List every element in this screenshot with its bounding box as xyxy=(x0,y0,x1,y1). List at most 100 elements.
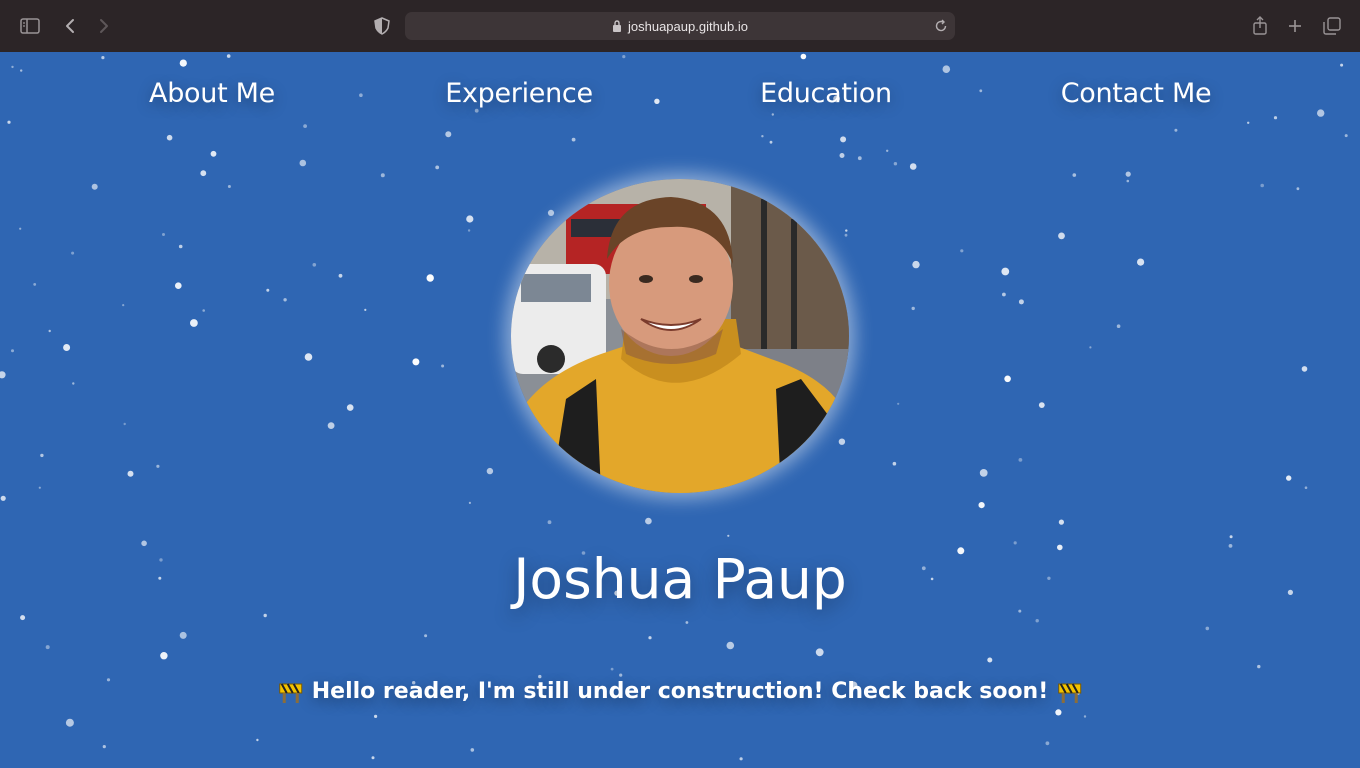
forward-icon[interactable] xyxy=(92,14,116,38)
snowflake xyxy=(727,534,730,537)
snowflake xyxy=(1018,609,1022,613)
snowflake xyxy=(467,229,471,232)
snowflake xyxy=(159,558,163,562)
snowflake xyxy=(466,215,474,223)
construction-notice-text: Hello reader, I'm still under constructi… xyxy=(311,679,1049,704)
snowflake xyxy=(815,648,824,657)
snowflake xyxy=(771,113,774,116)
snowflake xyxy=(893,162,898,166)
snowflake xyxy=(1340,63,1344,67)
snowflake xyxy=(1174,128,1178,132)
nav-education[interactable]: Education xyxy=(760,78,892,109)
snowflake xyxy=(547,520,552,525)
new-tab-icon[interactable] xyxy=(1283,14,1307,38)
snowflake xyxy=(840,136,847,143)
snowflake xyxy=(857,156,862,161)
snowflake xyxy=(839,153,845,158)
hero-name: Joshua Paup xyxy=(513,547,847,611)
page-content: About Me Experience Education Contact Me xyxy=(0,52,1360,768)
snowflake xyxy=(619,673,623,677)
snowflake xyxy=(156,464,160,468)
snowflake xyxy=(1002,292,1006,297)
snowflake xyxy=(838,438,846,445)
snowflake xyxy=(960,249,964,253)
snowflake xyxy=(1004,375,1011,383)
snowflake xyxy=(1344,134,1348,138)
snowflake xyxy=(426,274,434,282)
snowflake xyxy=(11,65,14,69)
address-bar[interactable]: joshuapaup.github.io xyxy=(405,12,955,40)
snowflake xyxy=(1018,458,1023,462)
reload-icon[interactable] xyxy=(933,18,949,34)
snowflake xyxy=(1229,535,1233,539)
snowflake xyxy=(957,547,965,555)
snowflake xyxy=(921,566,926,571)
snowflake xyxy=(40,453,44,458)
nav-experience[interactable]: Experience xyxy=(445,78,593,109)
snowflake xyxy=(1013,541,1017,545)
snowflake xyxy=(20,69,23,72)
snowflake xyxy=(178,244,183,249)
snowflake xyxy=(45,645,50,650)
snowflake xyxy=(547,209,555,216)
snowflake xyxy=(912,260,920,269)
snowflake xyxy=(886,149,889,152)
construction-barrier-icon xyxy=(1056,680,1082,704)
snowflake xyxy=(1018,299,1024,305)
snowflake xyxy=(685,621,689,624)
nav-contact-me[interactable]: Contact Me xyxy=(1061,78,1212,109)
lock-icon xyxy=(612,20,622,32)
snowflake xyxy=(162,233,165,236)
snowflake xyxy=(470,748,475,752)
snowflake xyxy=(1001,267,1010,276)
snowflake xyxy=(1260,183,1264,188)
snowflake xyxy=(474,108,479,113)
tabs-overview-icon[interactable] xyxy=(1320,14,1344,38)
snowflake xyxy=(1045,741,1050,746)
snowflake xyxy=(1116,324,1121,329)
snowflake xyxy=(1273,116,1278,120)
snowflake xyxy=(312,263,317,267)
snowflake xyxy=(1072,173,1077,177)
sidebar-icon[interactable] xyxy=(18,14,42,38)
snowflake xyxy=(106,678,111,682)
snowflake xyxy=(102,745,106,749)
snowflake xyxy=(256,738,259,742)
snowflake xyxy=(266,288,270,292)
snowflake xyxy=(371,756,375,760)
snowflake xyxy=(761,135,764,138)
snowflake xyxy=(1047,576,1051,580)
snowflake xyxy=(1301,366,1308,372)
snowflake xyxy=(179,631,187,639)
snowflake xyxy=(122,304,125,307)
snowflake xyxy=(346,404,354,411)
snowflake xyxy=(435,165,440,170)
back-icon[interactable] xyxy=(58,14,82,38)
snowflake xyxy=(160,652,168,660)
snowflake xyxy=(20,615,26,621)
snowflake xyxy=(19,227,22,230)
snowflake xyxy=(226,54,231,58)
snowflake xyxy=(892,461,897,466)
snowflake xyxy=(1304,486,1308,490)
snowflake xyxy=(33,283,37,286)
snowflake xyxy=(190,319,198,327)
snowflake xyxy=(1089,346,1092,349)
snowflake xyxy=(645,517,652,525)
snowflake xyxy=(1228,544,1233,548)
snowflake xyxy=(930,577,934,581)
snowflake xyxy=(769,140,773,144)
snowflake xyxy=(979,89,983,93)
snowflake xyxy=(38,486,41,489)
snowflake xyxy=(1055,709,1062,716)
snowflake xyxy=(1287,589,1293,596)
url-text: joshuapaup.github.io xyxy=(628,18,748,34)
snowflake xyxy=(48,329,51,333)
shield-icon[interactable] xyxy=(370,14,394,38)
snowflake xyxy=(654,98,660,104)
snowflake xyxy=(210,150,217,157)
snowflake xyxy=(1296,187,1300,191)
nav-about-me[interactable]: About Me xyxy=(149,78,275,109)
snowflake xyxy=(374,714,378,719)
share-icon[interactable] xyxy=(1248,14,1272,38)
